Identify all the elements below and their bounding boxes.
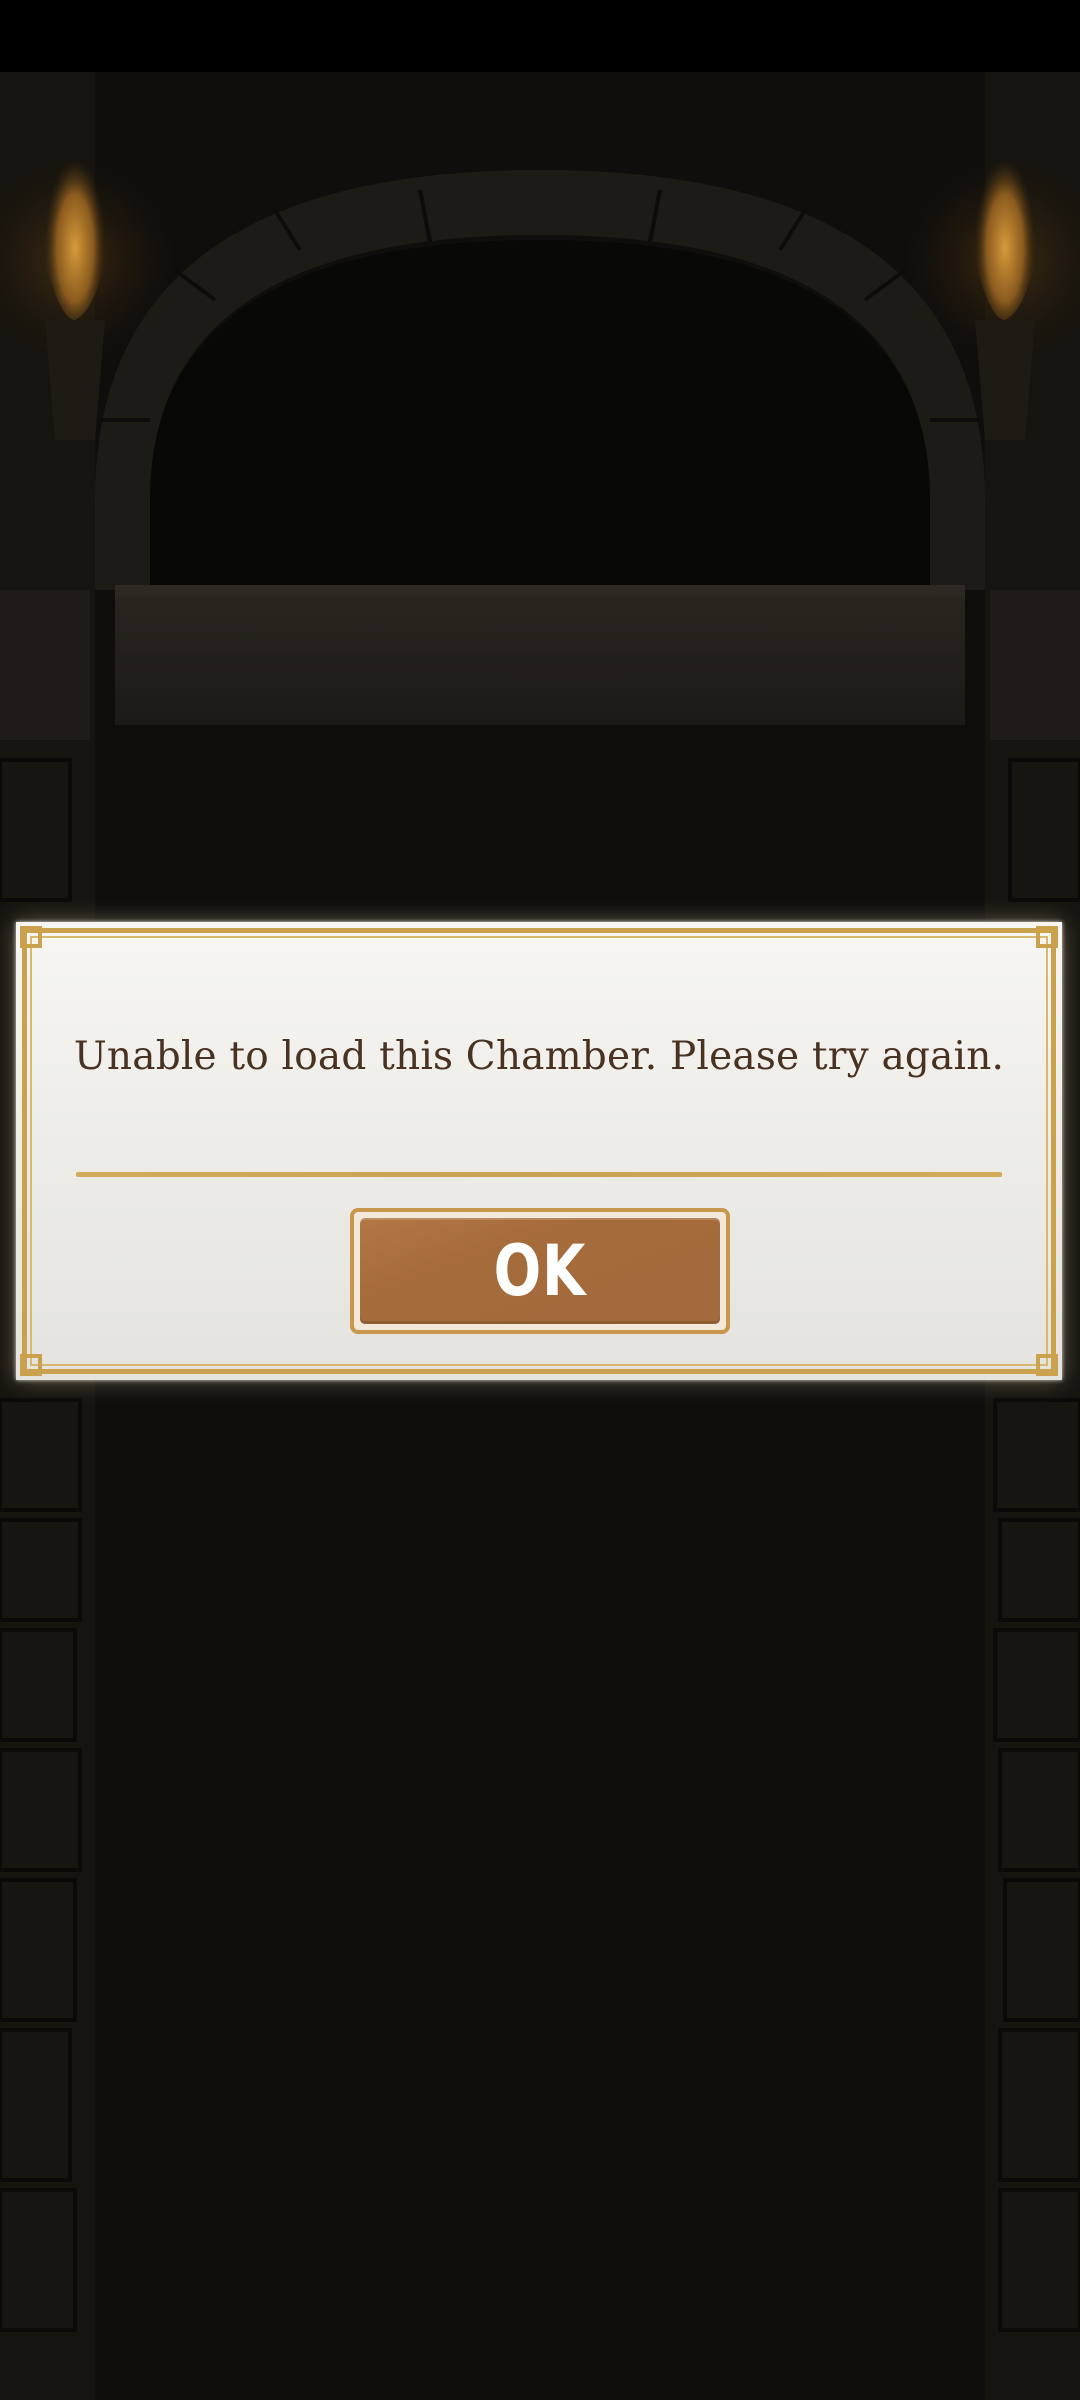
frame-corner-ornament: [1036, 926, 1058, 948]
frame-corner-ornament: [20, 1354, 42, 1376]
ok-button-face: OK: [360, 1218, 720, 1324]
game-screen: Unable to load this Chamber. Please try …: [0, 0, 1080, 2400]
frame-corner-ornament: [1036, 1354, 1058, 1376]
dialog-divider: [76, 1172, 1002, 1177]
ok-button[interactable]: OK: [350, 1208, 730, 1334]
error-dialog: Unable to load this Chamber. Please try …: [16, 922, 1062, 1380]
ok-button-label: OK: [493, 1230, 587, 1312]
error-message: Unable to load this Chamber. Please try …: [73, 1034, 1005, 1079]
frame-corner-ornament: [20, 926, 42, 948]
